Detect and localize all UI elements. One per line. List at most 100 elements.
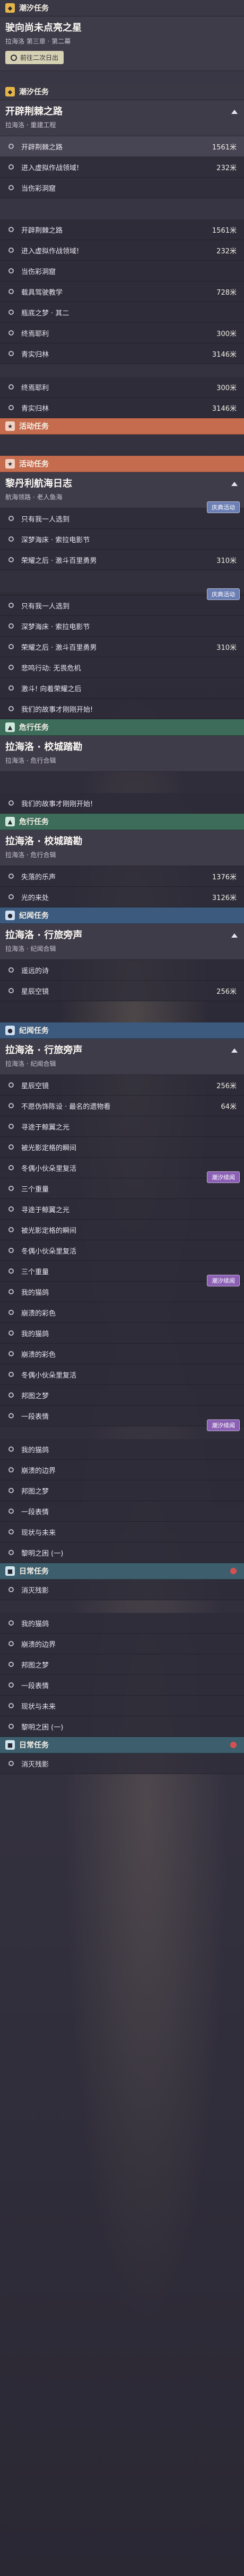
quest-step-row[interactable]: 一段表情 bbox=[0, 1501, 244, 1522]
quest-step-label: 一段表情 bbox=[21, 1508, 49, 1516]
quest-step-row[interactable]: 被光影定格的瞬间 bbox=[0, 1137, 244, 1158]
quest-step-row[interactable]: 邦图之梦 bbox=[0, 1385, 244, 1406]
quest-step-row[interactable]: 我们的故事才刚刚开始! bbox=[0, 699, 244, 719]
quest-step-row[interactable]: 当伤彩洞窟 bbox=[0, 178, 244, 198]
step-marker-icon bbox=[8, 268, 14, 274]
quest-step-row[interactable]: 我的猫鸽 bbox=[0, 1323, 244, 1344]
quest-category-header[interactable]: ● 纪闻任务 bbox=[0, 907, 244, 924]
quest-category-header[interactable]: ★ 活动任务 bbox=[0, 418, 244, 435]
quest-step-row[interactable]: 被光影定格的瞬间 bbox=[0, 1220, 244, 1240]
quest-step-row[interactable]: 深梦海床 · 索拉电影节 bbox=[0, 616, 244, 637]
quest-step-row[interactable]: 冬偶小伙朵里复活 bbox=[0, 1364, 244, 1385]
quest-step-row[interactable]: 不愿伪饰陈设 · 最名的遗物看 64米 bbox=[0, 1096, 244, 1116]
quest-step-row[interactable]: 邦图之梦 bbox=[0, 1480, 244, 1501]
quest-step-row[interactable]: 崩溃的边界 bbox=[0, 1460, 244, 1480]
tide-quest-icon: ◆ bbox=[5, 3, 15, 13]
quest-step-row[interactable]: 寻途于鲸翼之光 bbox=[0, 1116, 244, 1137]
quest-step-row[interactable]: 寻途于鲸翼之光 bbox=[0, 1199, 244, 1220]
quest-category-header[interactable]: ★ 活动任务 bbox=[0, 456, 244, 472]
quest-step-label: 激斗! 向着荣耀之后 bbox=[21, 685, 82, 693]
quest-step-row[interactable]: 黎明之困 (一) bbox=[0, 1542, 244, 1563]
quest-step-row[interactable]: 失落的乐声 1376米 bbox=[0, 866, 244, 887]
quest-step-row[interactable]: 一段表情 潮汐续闻 bbox=[0, 1406, 244, 1431]
quest-step-row[interactable]: 崩溃的彩色 bbox=[0, 1344, 244, 1364]
quest-step-row[interactable]: 崩溃的彩色 bbox=[0, 1302, 244, 1323]
quest-title: 驶向尚未点亮之星 bbox=[5, 22, 82, 33]
quest-step-row[interactable]: 黎明之困 (一) bbox=[0, 1716, 244, 1737]
quest-step-row[interactable]: 当伤彩洞窟 bbox=[0, 261, 244, 281]
quest-step-row[interactable]: 荣耀之后 · 激斗百里勇男 310米 bbox=[0, 637, 244, 657]
quest-category-header[interactable]: ■ 日常任务 bbox=[0, 1737, 244, 1753]
quest-step-row[interactable]: 荣耀之后 · 激斗百里勇男 310米 bbox=[0, 550, 244, 570]
quest-step-row[interactable]: 星辰空镜 256米 bbox=[0, 1075, 244, 1096]
step-marker-icon bbox=[8, 1508, 14, 1514]
quest-card[interactable]: 黎丹利航海日志 航海领路 · 老人鱼海 庆典活动 bbox=[0, 472, 244, 513]
step-marker-icon bbox=[8, 706, 14, 711]
quest-step-row[interactable]: 瓶底之梦 · 其二 bbox=[0, 302, 244, 323]
quest-step-row[interactable]: 邦图之梦 bbox=[0, 1654, 244, 1675]
quest-step-label: 寻途于鲸翼之光 bbox=[21, 1123, 70, 1132]
step-marker-icon bbox=[8, 1620, 14, 1626]
quest-step-row[interactable]: 我的猫鸽 bbox=[0, 1613, 244, 1634]
quest-step-row[interactable]: 开辟荆棘之路 1561米 bbox=[0, 136, 244, 157]
quest-step-row[interactable]: 我们的故事才刚刚开始! bbox=[0, 793, 244, 814]
quest-category-header[interactable]: ▲ 危行任务 bbox=[0, 719, 244, 736]
event-quest-icon: ★ bbox=[5, 459, 15, 469]
quest-card[interactable]: 拉海洛 · 行旅旁声 拉海洛 · 纪闻合辑 bbox=[0, 1039, 244, 1075]
quest-step-row[interactable]: 消灭残影 bbox=[0, 1580, 244, 1600]
step-marker-icon bbox=[8, 330, 14, 336]
quest-step-row[interactable]: 三个重量 潮汐续闻 bbox=[0, 1261, 244, 1286]
quest-step-row[interactable]: 深梦海床 · 索拉电影节 bbox=[0, 529, 244, 550]
step-marker-icon bbox=[8, 1662, 14, 1667]
quest-subtitle: 拉海洛 第三章 · 第二幕 bbox=[5, 38, 71, 45]
quest-step-row[interactable]: 光的来处 3126米 bbox=[0, 887, 244, 907]
distance-label: 300米 bbox=[216, 330, 237, 338]
quest-step-row[interactable]: 进入虚拟作战领域! 232米 bbox=[0, 157, 244, 178]
quest-step-row[interactable]: 载具驾驶教学 728米 bbox=[0, 281, 244, 302]
quest-category-header[interactable]: ● 纪闻任务 bbox=[0, 1022, 244, 1039]
quest-category-header[interactable]: ◆ 潮汐任务 bbox=[0, 84, 244, 100]
quest-step-row[interactable]: 终焉耶利 300米 bbox=[0, 323, 244, 343]
quest-category-header[interactable]: ▲ 危行任务 bbox=[0, 814, 244, 830]
quest-card[interactable]: 开辟荆棘之路 拉海洛 · 重建工程 bbox=[0, 100, 244, 136]
quest-step-label: 被光影定格的瞬间 bbox=[21, 1144, 77, 1152]
quest-step-label: 失落的乐声 bbox=[21, 873, 56, 881]
navigate-button[interactable]: 前往二次日出 bbox=[5, 51, 64, 64]
collapse-arrow-icon[interactable] bbox=[231, 933, 238, 938]
collapse-arrow-icon[interactable] bbox=[231, 482, 238, 486]
quest-step-row[interactable]: 一段表情 bbox=[0, 1675, 244, 1696]
collapse-arrow-icon[interactable] bbox=[231, 110, 238, 114]
quest-card[interactable]: 拉海洛 · 校城踏勘 拉海洛 · 危行合辑 bbox=[0, 736, 244, 772]
quest-card[interactable]: 驶向尚未点亮之星 拉海洛 第三章 · 第二幕 前往二次日出 bbox=[0, 16, 244, 71]
collapse-arrow-icon[interactable] bbox=[231, 1048, 238, 1053]
quest-category-header[interactable]: ◆ 潮汐任务 bbox=[0, 0, 244, 16]
event-quest-icon: ★ bbox=[5, 421, 15, 431]
quest-step-row[interactable]: 冬偶小伙朵里复活 潮汐续闻 bbox=[0, 1158, 244, 1183]
quest-step-label: 悲鸣行动: 无畏危机 bbox=[21, 664, 81, 673]
quest-category-header[interactable]: ■ 日常任务 bbox=[0, 1563, 244, 1580]
quest-step-row[interactable]: 青实归林 3146米 bbox=[0, 398, 244, 418]
quest-step-row[interactable]: 激斗! 向着荣耀之后 bbox=[0, 678, 244, 699]
quest-step-row[interactable]: 开辟荆棘之路 1561米 bbox=[0, 219, 244, 240]
quest-step-row[interactable]: 青实归林 3146米 bbox=[0, 343, 244, 364]
quest-step-row[interactable]: 进入虚拟作战领域! 232米 bbox=[0, 240, 244, 261]
quest-card[interactable]: 拉海洛 · 行旅旁声 拉海洛 · 纪闻合辑 bbox=[0, 924, 244, 960]
quest-step-row[interactable]: 遥远的诗 bbox=[0, 960, 244, 981]
step-marker-icon bbox=[8, 1703, 14, 1708]
quest-step-row[interactable]: 崩溃的边界 bbox=[0, 1634, 244, 1654]
step-marker-icon bbox=[8, 351, 14, 356]
step-marker-icon bbox=[8, 1392, 14, 1398]
quest-step-row[interactable]: 消灭残影 bbox=[0, 1753, 244, 1774]
quest-step-row[interactable]: 冬偶小伙朵里复活 bbox=[0, 1240, 244, 1261]
tides-sequel-badge: 潮汐续闻 bbox=[207, 1171, 240, 1183]
quest-step-row[interactable]: 星辰空镜 256米 bbox=[0, 981, 244, 1001]
quest-step-row[interactable]: 悲鸣行动: 无畏危机 bbox=[0, 657, 244, 678]
quest-step-row[interactable]: 我的猫鸽 bbox=[0, 1439, 244, 1460]
quest-step-row[interactable]: 终焉耶利 300米 bbox=[0, 377, 244, 398]
quest-card[interactable]: 拉海洛 · 校城踏勘 拉海洛 · 危行合辑 bbox=[0, 830, 244, 866]
quest-step-row[interactable]: 现状与未来 bbox=[0, 1522, 244, 1542]
distance-label: 3146米 bbox=[212, 404, 237, 413]
quest-subtitle: 拉海洛 · 重建工程 bbox=[5, 121, 56, 129]
danger-quest-icon: ▲ bbox=[5, 817, 15, 826]
quest-step-row[interactable]: 现状与未来 bbox=[0, 1696, 244, 1716]
